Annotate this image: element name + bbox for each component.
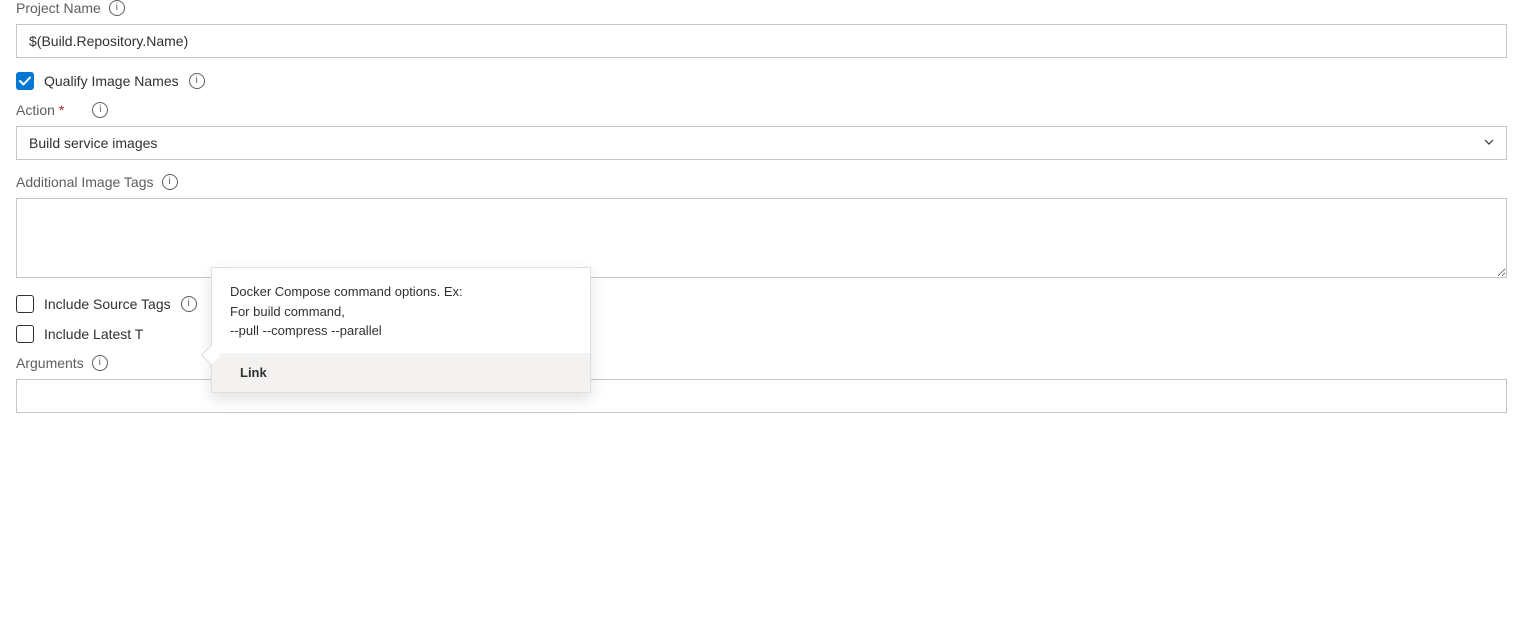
additional-image-tags-label: Additional Image Tags	[16, 174, 154, 190]
action-select-wrap: Build service images	[16, 126, 1507, 160]
project-name-label: Project Name	[16, 0, 101, 16]
action-field: Action* i Build service images	[16, 102, 1507, 160]
info-icon[interactable]: i	[92, 102, 108, 118]
qualify-image-names-label[interactable]: Qualify Image Names	[44, 73, 179, 89]
project-name-input[interactable]	[16, 24, 1507, 58]
additional-image-tags-field: Additional Image Tags i	[16, 174, 1507, 281]
additional-image-tags-input[interactable]	[16, 198, 1507, 278]
action-value: Build service images	[29, 135, 157, 151]
project-name-field: Project Name i	[16, 0, 1507, 58]
info-icon[interactable]: i	[189, 73, 205, 89]
required-asterisk: *	[59, 102, 64, 118]
include-latest-tag-label[interactable]: Include Latest T	[44, 326, 143, 342]
include-source-tags-checkbox[interactable]	[16, 295, 34, 313]
tooltip-body: Docker Compose command options. Ex: For …	[212, 268, 590, 353]
info-icon[interactable]: i	[109, 0, 125, 16]
arguments-field: Arguments i Docker Compose command optio…	[16, 355, 1507, 413]
arguments-tooltip: Docker Compose command options. Ex: For …	[211, 267, 591, 393]
action-label: Action*	[16, 102, 64, 118]
qualify-image-names-row: Qualify Image Names i	[16, 72, 1507, 90]
include-source-tags-label[interactable]: Include Source Tags	[44, 296, 171, 312]
qualify-image-names-checkbox[interactable]	[16, 72, 34, 90]
info-icon[interactable]: i	[92, 355, 108, 371]
include-latest-tag-checkbox[interactable]	[16, 325, 34, 343]
tooltip-link[interactable]: Link	[212, 353, 590, 392]
info-icon[interactable]: i	[162, 174, 178, 190]
info-icon[interactable]: i	[181, 296, 197, 312]
additional-image-tags-label-row: Additional Image Tags i	[16, 174, 1507, 190]
action-label-row: Action* i	[16, 102, 1507, 118]
arguments-label: Arguments	[16, 355, 84, 371]
project-name-label-row: Project Name i	[16, 0, 1507, 16]
action-select[interactable]: Build service images	[16, 126, 1507, 160]
